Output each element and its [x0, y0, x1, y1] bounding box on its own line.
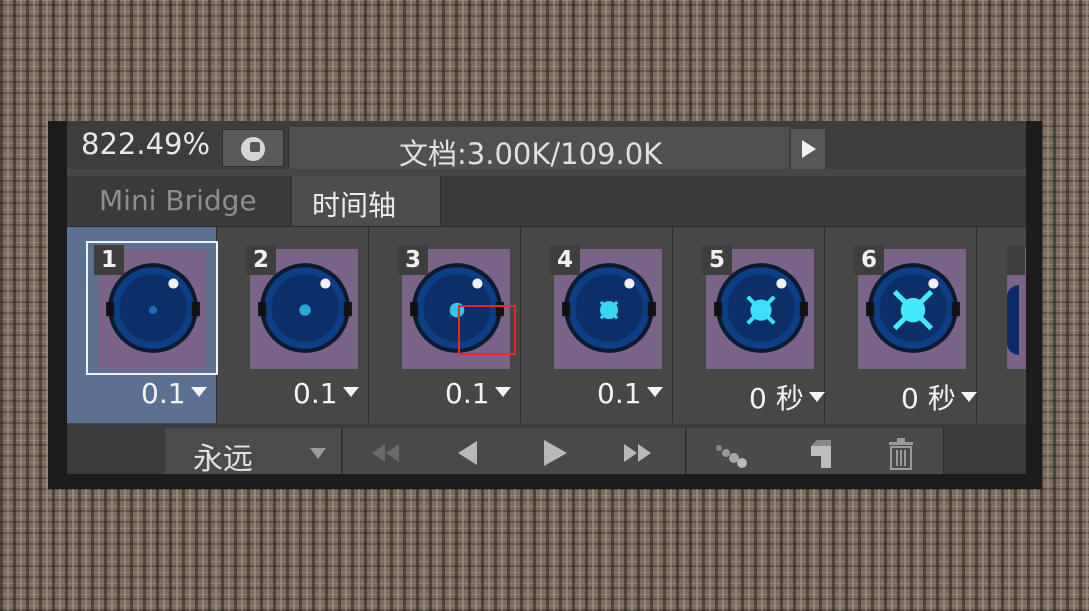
document-info-box: 文档:3.00K/109.0K: [288, 127, 789, 171]
frame-number: 4: [550, 245, 580, 275]
frame-delay-value: 0.1: [141, 377, 186, 410]
tab-mini-bridge[interactable]: Mini Bridge: [77, 176, 291, 226]
loop-options-select[interactable]: 永远: [165, 428, 342, 474]
frame-cell[interactable]: 5 0 秒: [675, 227, 825, 423]
frames-row: 1 0.1 2 0.1 3 0.1 4 0.1 5 0 秒60 秒: [67, 227, 1026, 423]
chevron-down-icon: [646, 387, 663, 397]
document-size: 文档:3.00K/109.0K: [399, 137, 663, 171]
tab-timeline[interactable]: 时间轴: [292, 176, 441, 226]
frame-cell[interactable]: 4 0.1: [523, 227, 673, 423]
status-bar: 822.49% 文档:3.00K/109.0K: [67, 121, 1026, 171]
chevron-down-icon: [494, 387, 511, 397]
frame-delay-value: 0 秒: [749, 382, 804, 415]
tween-button[interactable]: [697, 428, 757, 474]
chevron-down-icon: [190, 387, 207, 397]
trash-icon: [889, 438, 913, 470]
playback-controls: [343, 428, 686, 474]
frame-delay-select[interactable]: 0.1: [445, 377, 511, 410]
loop-option-label: 永远: [193, 442, 253, 474]
duplicate-frame-button[interactable]: [787, 428, 847, 474]
frame-number: 2: [246, 245, 276, 275]
frame-delay-select[interactable]: 0.1: [141, 377, 207, 410]
frame-cell-partial[interactable]: [991, 227, 1026, 423]
first-frame-icon: [372, 444, 399, 462]
previous-frame-icon: [458, 441, 477, 465]
frame-number: 1: [94, 245, 124, 275]
frame-number: 6: [854, 245, 884, 275]
next-frame-button[interactable]: [609, 428, 669, 474]
frame-delay-value: 0 秒: [901, 382, 956, 415]
status-menu-arrow-icon[interactable]: [791, 129, 825, 169]
first-frame-button[interactable]: [355, 428, 415, 474]
timeline-panel: 822.49% 文档:3.00K/109.0K Mini Bridge 时间轴 …: [67, 121, 1026, 474]
delete-frame-button[interactable]: [869, 428, 929, 474]
frame-cell[interactable]: 2 0.1: [219, 227, 369, 423]
tween-icon: [716, 445, 747, 468]
previous-frame-button[interactable]: [437, 428, 497, 474]
chevron-down-icon: [808, 392, 825, 402]
play-icon: [544, 440, 567, 466]
frame-tools: [687, 428, 944, 474]
zoom-options-icon: [241, 137, 265, 161]
play-button[interactable]: [527, 428, 587, 474]
frame-delay-select[interactable]: 0 秒: [901, 377, 977, 417]
frame-delay-value: 0.1: [445, 377, 490, 410]
frame-delay-select[interactable]: 0 秒: [749, 377, 825, 417]
frame-delay-select[interactable]: 0.1: [293, 377, 359, 410]
play-button-highlight: [458, 305, 516, 355]
zoom-level[interactable]: 822.49%: [81, 127, 210, 161]
next-frame-icon: [624, 444, 651, 462]
chevron-down-icon: [960, 392, 977, 402]
frame-number: 5: [702, 245, 732, 275]
duplicate-frame-icon: [811, 440, 831, 468]
zoom-options-button[interactable]: [222, 129, 284, 167]
frame-delay-value: 0.1: [293, 377, 338, 410]
animation-controls: 永远: [67, 424, 1026, 474]
frame-cell[interactable]: 1 0.1: [67, 227, 218, 423]
frame-cell[interactable]: 6 0 秒: [827, 227, 977, 423]
chevron-down-icon: [310, 448, 326, 459]
chevron-down-icon: [342, 387, 359, 397]
frame-delay-select[interactable]: 0.1: [597, 377, 663, 410]
frame-number: 3: [398, 245, 428, 275]
frame-delay-value: 0.1: [597, 377, 642, 410]
panel-tabs: Mini Bridge 时间轴: [67, 176, 1026, 227]
